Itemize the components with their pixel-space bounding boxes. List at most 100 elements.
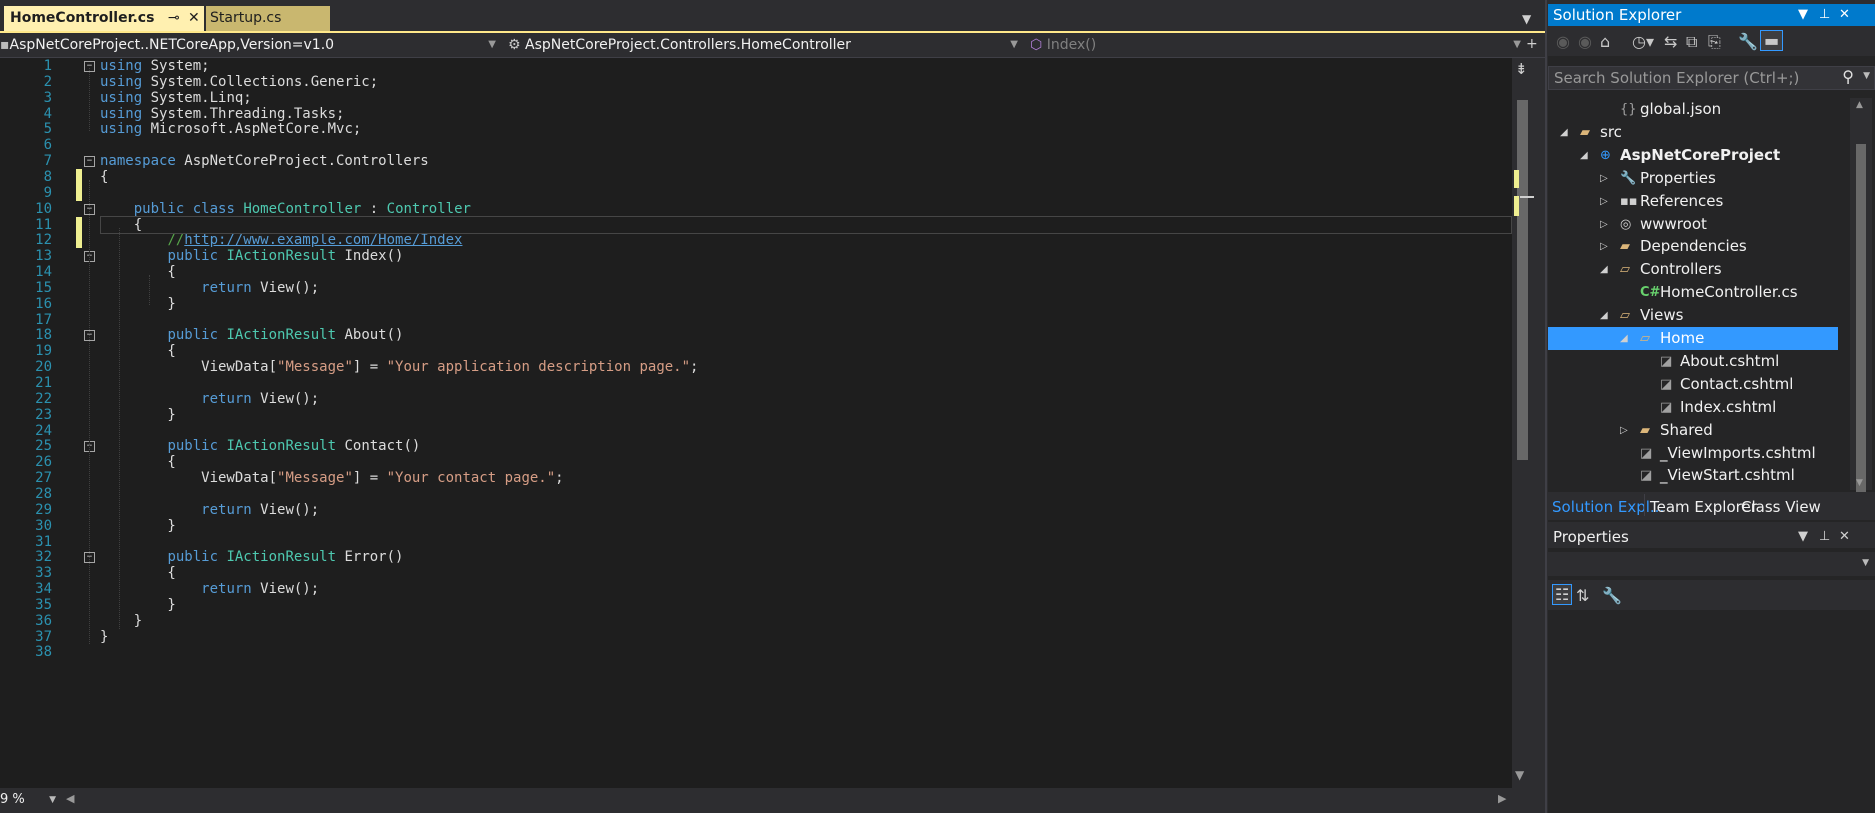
collapsed-arrow-icon[interactable]: ▷ — [1600, 235, 1608, 258]
tree-node[interactable]: ▷ ▰ Shared — [1548, 419, 1838, 442]
properties-wrench-icon[interactable]: 🔧 — [1738, 32, 1758, 51]
code-line[interactable]: namespace AspNetCoreProject.Controllers — [100, 153, 429, 169]
code-line[interactable]: //http://www.example.com/Home/Index — [100, 232, 462, 248]
expanded-arrow-icon[interactable]: ◢ — [1600, 304, 1608, 327]
code-editor[interactable]: 1 2 3 4 5 6 7 8 9 10 11 12 13 14 15 16 17 18 19 20 21 22 23 24 2… — [0, 58, 1512, 788]
code-line[interactable]: return View(); — [100, 581, 319, 597]
tree-node[interactable]: ▷ 🔧 Properties — [1548, 167, 1838, 190]
expanded-arrow-icon[interactable]: ◢ — [1580, 144, 1588, 167]
collapsed-arrow-icon[interactable]: ▷ — [1600, 213, 1608, 236]
tree-node[interactable]: ▷ ▰ Dependencies — [1548, 235, 1838, 258]
tab-startup[interactable]: Startup.cs — [206, 6, 330, 31]
code-line[interactable]: public class HomeController : Controller — [100, 201, 471, 217]
code-line[interactable]: using System.Collections.Generic; — [100, 74, 378, 90]
zoom-dropdown[interactable]: 9 % ▼ — [0, 791, 58, 809]
tree-node[interactable]: ◪ Index.cshtml — [1548, 396, 1838, 419]
solution-explorer-search-input[interactable]: Search Solution Explorer (Ctrl+;) ⚲ ▼ — [1548, 66, 1875, 90]
type-dropdown[interactable]: ⚙ AspNetCoreProject.Controllers.HomeCont… — [508, 35, 1022, 55]
code-line[interactable]: ViewData["Message"] = "Your contact page… — [100, 470, 563, 486]
code-line[interactable]: } — [100, 613, 142, 629]
window-menu-icon[interactable]: ▼ — [1798, 4, 1808, 26]
tree-node[interactable]: {} global.json — [1548, 98, 1838, 121]
search-icon[interactable]: ⚲ — [1842, 67, 1854, 86]
alphabetical-sort-icon[interactable]: ⇅ — [1576, 586, 1589, 605]
collapsed-arrow-icon[interactable]: ▷ — [1600, 190, 1608, 213]
tree-node[interactable]: C# HomeController.cs — [1548, 281, 1838, 304]
code-line[interactable]: ViewData["Message"] = "Your application … — [100, 359, 698, 375]
collapse-icon[interactable]: − — [84, 156, 95, 168]
close-icon[interactable]: ✕ — [188, 6, 200, 31]
tree-node[interactable]: ◢ ▱ Views — [1548, 304, 1838, 327]
object-selector-dropdown[interactable]: ▼ — [1548, 552, 1875, 576]
code-line[interactable]: return View(); — [100, 391, 319, 407]
pending-changes-icon[interactable]: ◷▾ — [1632, 32, 1654, 51]
scroll-up-icon[interactable]: ▲ — [1856, 100, 1863, 110]
pin-icon[interactable]: ⊥ — [1819, 526, 1830, 548]
scroll-right-icon[interactable]: ▶ — [1498, 792, 1506, 805]
code-line[interactable]: } — [100, 518, 175, 534]
code-line[interactable]: using Microsoft.AspNetCore.Mvc; — [100, 121, 361, 137]
tree-node[interactable]: ◢ ▱ Home — [1548, 327, 1838, 350]
tab-homecontroller[interactable]: HomeController.cs ⊸ ✕ — [4, 6, 204, 31]
scroll-down-icon[interactable]: ▼ — [1515, 768, 1524, 782]
collapse-all-icon[interactable]: ⧉ — [1686, 32, 1697, 52]
panel-divider[interactable] — [1545, 0, 1547, 813]
pin-icon[interactable]: ⊥ — [1819, 4, 1830, 26]
pin-icon[interactable]: ⊸ — [168, 6, 180, 31]
preview-selected-icon[interactable]: ▬ — [1760, 30, 1784, 51]
code-line[interactable]: public IActionResult Index() — [100, 248, 403, 264]
split-window-icon[interactable]: + — [1526, 36, 1538, 52]
code-line[interactable]: } — [100, 296, 175, 312]
code-line[interactable]: using System; — [100, 58, 210, 74]
chevron-down-icon[interactable]: ▼ — [1863, 71, 1870, 81]
expanded-arrow-icon[interactable]: ◢ — [1620, 327, 1628, 350]
tree-scroll-thumb[interactable] — [1856, 144, 1866, 494]
code-line[interactable]: { — [100, 454, 175, 470]
code-line[interactable]: using System.Linq; — [100, 90, 252, 106]
member-dropdown[interactable]: ⬡ Index() ▼ — [1030, 35, 1525, 55]
categorized-icon[interactable]: ☷ — [1552, 584, 1573, 605]
close-icon[interactable]: ✕ — [1839, 4, 1850, 26]
code-line[interactable]: } — [100, 407, 175, 423]
code-line[interactable]: public IActionResult Contact() — [100, 438, 420, 454]
tree-node[interactable]: ◪ _ViewStart.cshtml — [1548, 464, 1838, 487]
scroll-left-icon[interactable]: ◀ — [66, 792, 74, 805]
back-icon[interactable]: ◉ — [1556, 32, 1570, 51]
tree-node[interactable]: ▷ ◎ wwwroot — [1548, 213, 1838, 236]
code-line[interactable]: return View(); — [100, 502, 319, 518]
property-pages-wrench-icon[interactable]: 🔧 — [1602, 586, 1622, 605]
sync-icon[interactable]: ⇆ — [1664, 32, 1677, 51]
window-menu-icon[interactable]: ▼ — [1798, 526, 1808, 548]
home-icon[interactable]: ⌂ — [1600, 32, 1610, 51]
tree-node[interactable]: ◪ _ViewImports.cshtml — [1548, 442, 1838, 465]
show-all-files-icon[interactable]: ⎘ — [1708, 32, 1721, 52]
tab-solution-explorer[interactable]: Solution Expl... — [1552, 498, 1664, 516]
code-line[interactable]: } — [100, 597, 175, 613]
split-view-icon[interactable]: ⇟ — [1515, 60, 1528, 78]
collapsed-arrow-icon[interactable]: ▷ — [1620, 419, 1628, 442]
tree-node[interactable]: ◪ Contact.cshtml — [1548, 373, 1838, 396]
tab-class-view[interactable]: Class View — [1741, 498, 1821, 516]
code-line[interactable]: public IActionResult About() — [100, 327, 403, 343]
expanded-arrow-icon[interactable]: ◢ — [1560, 121, 1568, 144]
code-line[interactable]: { — [100, 264, 175, 280]
tab-list-dropdown-icon[interactable]: ▼ — [1522, 12, 1531, 26]
forward-icon[interactable]: ◉ — [1578, 32, 1592, 51]
code-line[interactable]: using System.Threading.Tasks; — [100, 106, 344, 122]
project-dropdown[interactable]: ▪AspNetCoreProject..NETCoreApp,Version=v… — [0, 35, 500, 55]
editor-scroll-thumb[interactable] — [1517, 100, 1528, 460]
code-line[interactable]: { — [100, 169, 108, 185]
code-line[interactable]: { — [100, 565, 175, 581]
collapsed-arrow-icon[interactable]: ▷ — [1600, 167, 1608, 190]
scroll-down-icon[interactable]: ▼ — [1856, 478, 1863, 488]
tree-node[interactable]: ▷ ▪▪ References — [1548, 190, 1838, 213]
code-token[interactable]: http://www.example.com/Home/Index — [184, 232, 462, 248]
tree-node[interactable]: ◢ ⊕ AspNetCoreProject — [1548, 144, 1838, 167]
tree-node[interactable]: ◢ ▰ src — [1548, 121, 1838, 144]
code-line[interactable]: { — [100, 343, 175, 359]
close-icon[interactable]: ✕ — [1839, 526, 1850, 548]
code-line[interactable]: public IActionResult Error() — [100, 549, 403, 565]
tree-node[interactable]: ◢ ▱ Controllers — [1548, 258, 1838, 281]
code-line[interactable]: } — [100, 629, 108, 645]
expanded-arrow-icon[interactable]: ◢ — [1600, 258, 1608, 281]
